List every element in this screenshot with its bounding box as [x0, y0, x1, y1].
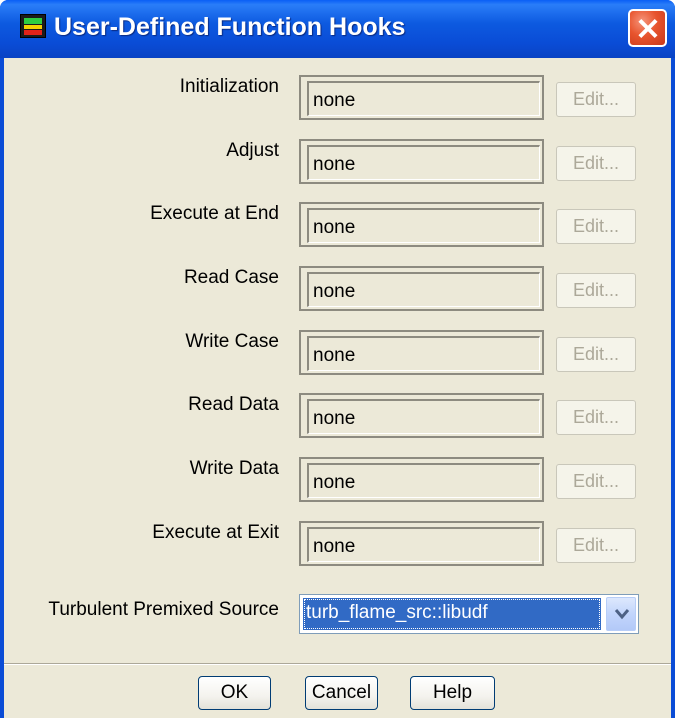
hook-value-read-case: none — [313, 281, 356, 302]
edit-button-execute-at-end[interactable]: Edit... — [556, 209, 636, 244]
hook-label-write-case: Write Case — [185, 331, 279, 352]
hook-value-write-case: none — [313, 345, 356, 366]
hook-label-adjust: Adjust — [226, 140, 279, 161]
close-icon[interactable] — [628, 9, 667, 47]
hook-value-write-data: none — [313, 472, 356, 493]
premixed-source-dropdown[interactable]: turb_flame_src::libudf — [299, 594, 639, 634]
premixed-source-value: turb_flame_src::libudf — [306, 602, 488, 623]
hook-field-write-case[interactable]: none — [299, 330, 544, 375]
hook-label-initialization: Initialization — [179, 76, 279, 97]
hook-label-read-data: Read Data — [188, 394, 279, 415]
edit-button-read-case[interactable]: Edit... — [556, 273, 636, 308]
hook-label-execute-at-exit: Execute at Exit — [152, 522, 279, 543]
hook-field-execute-at-exit[interactable]: none — [299, 521, 544, 566]
premixed-source-selected: turb_flame_src::libudf — [303, 598, 601, 630]
window-title: User-Defined Function Hooks — [54, 13, 406, 41]
title-bar[interactable]: User-Defined Function Hooks — [0, 0, 675, 58]
edit-button-write-case[interactable]: Edit... — [556, 337, 636, 372]
hook-value-adjust: none — [313, 154, 356, 175]
hook-label-execute-at-end: Execute at End — [150, 203, 279, 224]
hook-value-execute-at-end: none — [313, 217, 356, 238]
edit-button-write-data[interactable]: Edit... — [556, 464, 636, 499]
chevron-down-icon[interactable] — [606, 597, 636, 631]
hook-field-adjust[interactable]: none — [299, 139, 544, 184]
fluent-app-icon — [20, 14, 46, 38]
premixed-source-label: Turbulent Premixed Source — [48, 599, 279, 620]
hook-field-read-case[interactable]: none — [299, 266, 544, 311]
help-button[interactable]: Help — [410, 676, 495, 710]
hook-value-initialization: none — [313, 90, 356, 111]
hook-value-execute-at-exit: none — [313, 536, 356, 557]
udf-hooks-dialog: User-Defined Function Hooks Initializati… — [0, 0, 675, 718]
dialog-body: Initialization none Edit... Adjust none … — [4, 58, 671, 718]
ok-button[interactable]: OK — [198, 676, 271, 710]
hook-field-execute-at-end[interactable]: none — [299, 202, 544, 247]
edit-button-execute-at-exit[interactable]: Edit... — [556, 528, 636, 563]
cancel-button[interactable]: Cancel — [305, 676, 378, 710]
edit-button-read-data[interactable]: Edit... — [556, 400, 636, 435]
hook-field-write-data[interactable]: none — [299, 457, 544, 502]
edit-button-initialization[interactable]: Edit... — [556, 82, 636, 117]
hook-label-read-case: Read Case — [183, 267, 279, 288]
edit-button-adjust[interactable]: Edit... — [556, 146, 636, 181]
hook-field-initialization[interactable]: none — [299, 75, 544, 120]
hook-field-read-data[interactable]: none — [299, 393, 544, 438]
hook-value-read-data: none — [313, 408, 356, 429]
hook-label-write-data: Write Data — [189, 458, 279, 479]
